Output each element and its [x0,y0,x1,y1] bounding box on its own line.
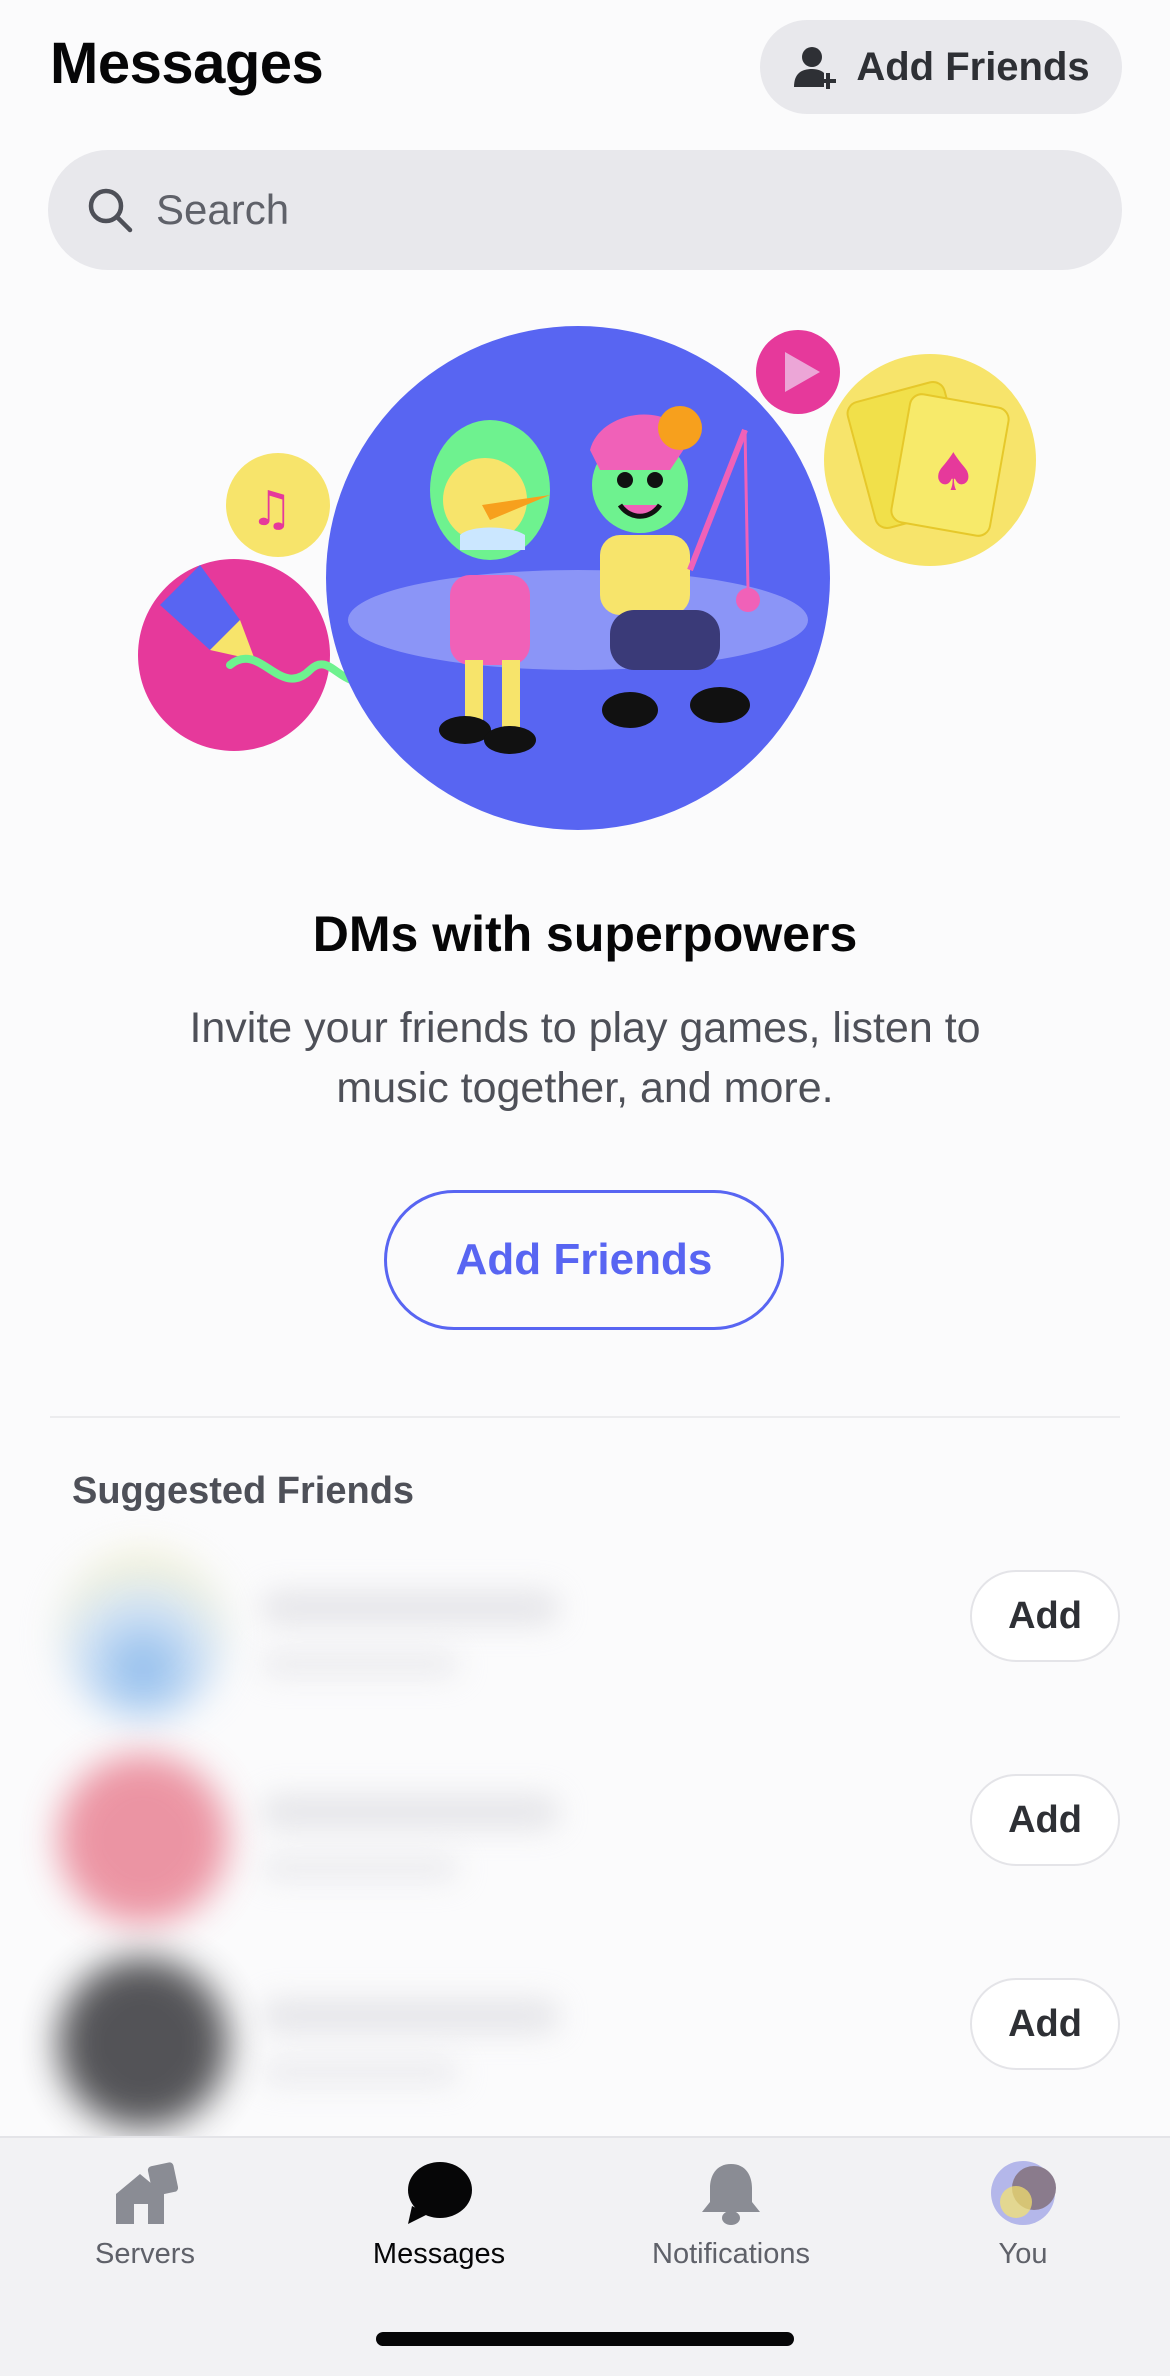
suggested-friends-label: Suggested Friends [72,1470,415,1512]
add-friend-button[interactable]: Add [970,1978,1120,2070]
avatar [58,1754,228,1924]
header: Messages Add Friends [0,0,1170,140]
empty-state-subtitle: Invite your friends to play games, liste… [189,1004,981,1112]
friend-name-blurred [260,1998,560,2034]
friend-name-blurred [260,1794,560,1830]
friend-name-blurred [260,1590,560,1626]
bell-icon [702,2164,760,2225]
home-indicator [376,2332,794,2346]
divider [50,1416,1120,1418]
friend-subtitle-blurred [260,1854,460,1882]
friend-subtitle-blurred [260,2058,460,2086]
svg-text:♠: ♠ [930,443,977,503]
avatar [991,2161,1056,2225]
tab-messages-label: Messages [372,2238,506,2270]
tab-servers[interactable]: Servers [20,2160,270,2290]
list-item: Add [0,1520,1170,1720]
dm-illustration: ♫ ♠ [138,326,1036,830]
tab-notifications-label: Notifications [652,2238,810,2270]
empty-state-title: DMs with superpowers [312,906,858,962]
add-friend-button[interactable]: Add [970,1570,1120,1662]
add-friends-header-button[interactable]: Add Friends [760,20,1122,114]
list-item: Add [0,1928,1170,2128]
tab-messages[interactable]: Messages [314,2160,564,2290]
search-icon [88,188,133,233]
page-title: Messages [50,31,324,96]
add-friend-icon [794,47,837,89]
add-friends-button[interactable]: Add Friends [384,1190,784,1330]
messages-icon [408,2162,472,2224]
friend-subtitle-blurred [260,1650,460,1678]
tab-servers-label: Servers [95,2238,195,2270]
svg-text:♫: ♫ [250,481,293,537]
add-friends-header-label: Add Friends [856,44,1090,89]
tab-you[interactable]: You [898,2160,1148,2290]
avatar [58,1958,228,2128]
servers-icon [116,2162,179,2224]
add-friend-button[interactable]: Add [970,1774,1120,1866]
tab-you-label: You [998,2238,1048,2270]
search-placeholder: Search [156,186,290,233]
avatar [58,1550,228,1720]
search-input[interactable]: Search [48,150,1122,270]
list-item: Add [0,1724,1170,1924]
tab-notifications[interactable]: Notifications [606,2160,856,2290]
